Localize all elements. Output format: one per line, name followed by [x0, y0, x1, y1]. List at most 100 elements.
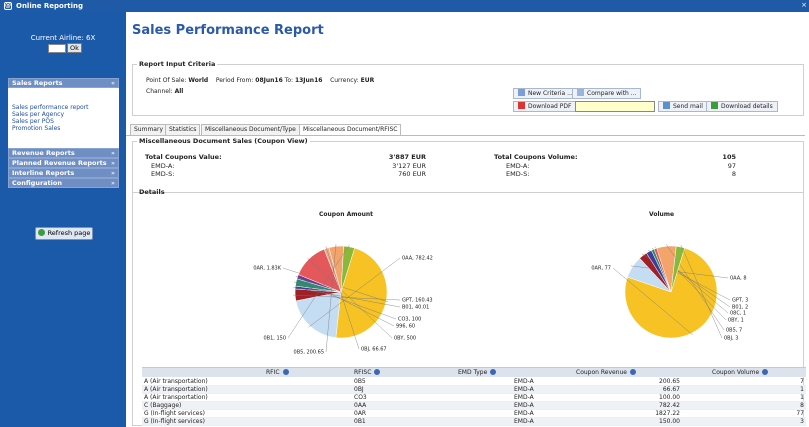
slice-label: 0BJ, 3	[724, 336, 738, 342]
send-mail-label: Send mail	[673, 103, 703, 110]
table-cell: 8	[800, 402, 804, 409]
sort-icon[interactable]	[629, 369, 636, 375]
table-row[interactable]: A (Air transportation) CO3 EMD-A 100.00 1	[142, 394, 806, 402]
tab-divider	[126, 135, 805, 136]
sidebar: Current Airline: 6X Ok Sales Reports « S…	[0, 12, 126, 427]
slice-label: 0AA, 8	[730, 276, 747, 282]
coupon-amount-pie-chart: 0AR, 1.83K 0AA, 782.42 GPT, 160.43B01, 40.…	[253, 244, 433, 356]
volume-row-label: EMD-A:	[506, 162, 530, 170]
page-title: Sales Performance Report	[132, 23, 324, 38]
title-bar: @ Online Reporting ×	[0, 0, 809, 12]
slice-label: 996, 60	[396, 324, 415, 330]
table-cell: EMD-A	[514, 402, 534, 409]
table-cell: 1827.22	[655, 410, 680, 417]
compare-label: Compare with ...	[587, 90, 637, 97]
sidebar-link-promotion-sales[interactable]: Promotion Sales	[8, 125, 119, 132]
table-cell: 1	[800, 386, 804, 393]
table-row[interactable]: G (In-flight services) 0B1 EMD-A 150.00 3	[142, 418, 806, 426]
sidebar-section-label: Planned Revenue Reports	[12, 159, 107, 167]
sidebar-sales-links: Sales performance report Sales per Agenc…	[8, 88, 119, 148]
table-cell: EMD-A	[514, 418, 534, 425]
sidebar-section-label: Revenue Reports	[12, 149, 75, 157]
slice-label: 0BJ, 66.67	[361, 347, 387, 353]
column-header-rfisc[interactable]: RFISC	[354, 369, 381, 376]
download-details-button[interactable]: Download details	[706, 101, 778, 112]
expand-icon[interactable]: »	[111, 179, 115, 187]
sidebar-section-planned-revenue[interactable]: Planned Revenue Reports »	[8, 158, 119, 168]
table-cell: EMD-A	[514, 378, 534, 385]
airline-input[interactable]	[48, 44, 66, 53]
slice-label: 0AA, 782.42	[402, 256, 433, 262]
column-header-coupon-revenue[interactable]: Coupon Revenue	[576, 369, 636, 376]
column-header-label: Coupon Volume	[712, 369, 760, 376]
slice-label: GPT, 3	[732, 298, 748, 304]
send-mail-button[interactable]: Send mail	[658, 101, 708, 112]
sidebar-section-interline-reports[interactable]: Interline Reports »	[8, 168, 119, 178]
value-row-label: EMD-S:	[151, 170, 175, 178]
refresh-page-button[interactable]: Refresh page	[35, 227, 93, 240]
sidebar-link-sales-per-pos[interactable]: Sales per POS	[8, 118, 119, 125]
table-cell: A (Air transportation)	[144, 378, 208, 385]
sort-icon[interactable]	[490, 369, 497, 375]
email-field[interactable]	[575, 101, 655, 112]
table-header-row: RFIC RFISC EMD Type Coupon Revenue Coupo…	[142, 367, 806, 377]
slice-label: 0B1, 150	[263, 336, 286, 342]
table-row[interactable]: G (In-flight services) 0AR EMD-A 1827.22 77	[142, 410, 806, 418]
sidebar-link-sales-performance[interactable]: Sales performance report	[8, 104, 119, 111]
download-pdf-label: Download PDF	[528, 103, 572, 110]
sidebar-section-configuration[interactable]: Configuration »	[8, 178, 119, 188]
table-cell: 0AR	[354, 410, 367, 417]
table-row[interactable]: A (Air transportation) 0BJ EMD-A 66.67 1	[142, 386, 806, 394]
main-content: Sales Performance Report Report Input Cr…	[126, 12, 809, 427]
sort-icon[interactable]	[374, 369, 381, 375]
column-header-rfic[interactable]: RFIC	[266, 369, 289, 376]
expand-icon[interactable]: »	[111, 149, 115, 157]
table-cell: A (Air transportation)	[144, 394, 208, 401]
compare-with-button[interactable]: Compare with ...	[572, 88, 642, 99]
slice-label: 0BY, 1	[728, 318, 744, 324]
excel-icon	[711, 102, 718, 109]
tab-misc-document-type[interactable]: Miscellaneous Document/Type	[201, 124, 300, 135]
sidebar-link-sales-per-agency[interactable]: Sales per Agency	[8, 111, 119, 118]
channel-label: Channel:	[146, 88, 173, 95]
collapse-icon[interactable]: «	[111, 79, 115, 87]
total-coupons-volume: 105	[722, 153, 736, 161]
expand-icon[interactable]: »	[111, 159, 115, 167]
current-airline-label: Current Airline: 6X	[30, 34, 96, 42]
table-row[interactable]: C (Baggage) 0AA EMD-A 782.42 8	[142, 402, 806, 410]
close-icon[interactable]: ×	[801, 1, 807, 9]
slice-label: 0AR, 1.83K	[253, 266, 281, 272]
ok-button[interactable]: Ok	[67, 43, 82, 53]
tab-statistics[interactable]: Statistics	[165, 124, 201, 135]
details-legend: Details	[139, 188, 165, 196]
column-header-coupon-volume[interactable]: Coupon Volume	[712, 369, 769, 376]
table-cell: C (Baggage)	[144, 402, 182, 409]
table-row[interactable]: A (Air transportation) 0B5 EMD-A 200.65 7	[142, 378, 806, 386]
download-pdf-button[interactable]: Download PDF	[513, 101, 577, 112]
sort-icon[interactable]	[282, 369, 289, 375]
new-criteria-icon	[518, 89, 525, 96]
download-details-label: Download details	[721, 103, 773, 110]
refresh-label: Refresh page	[47, 229, 91, 237]
tab-summary[interactable]: Summary	[130, 124, 167, 135]
refresh-icon	[37, 229, 45, 236]
table-cell: EMD-A	[514, 394, 534, 401]
sidebar-section-sales-reports[interactable]: Sales Reports «	[8, 78, 119, 88]
criteria-line-1: Point Of Sale: World Period From: 08Jun1…	[146, 77, 374, 84]
total-coupons-value-label: Total Coupons Value:	[145, 153, 222, 161]
currency-label: Currency:	[330, 77, 359, 84]
slice-label: 0B5, 7	[726, 328, 742, 334]
expand-icon[interactable]: »	[111, 169, 115, 177]
table-cell: 1	[800, 394, 804, 401]
total-coupons-volume-label: Total Coupons Volume:	[494, 153, 578, 161]
volume-row-value: 8	[731, 170, 736, 178]
period-to-value: 13Jun16	[294, 77, 323, 84]
column-header-emd-type[interactable]: EMD Type	[458, 369, 497, 376]
pdf-icon	[518, 102, 525, 109]
sidebar-section-label: Configuration	[12, 179, 62, 187]
period-label: Period From:	[215, 77, 254, 84]
sidebar-section-revenue-reports[interactable]: Revenue Reports »	[8, 148, 119, 158]
new-criteria-button[interactable]: New Criteria ...	[513, 88, 578, 99]
sort-icon[interactable]	[762, 369, 769, 375]
total-coupons-value: 3'887 EUR	[388, 153, 426, 161]
